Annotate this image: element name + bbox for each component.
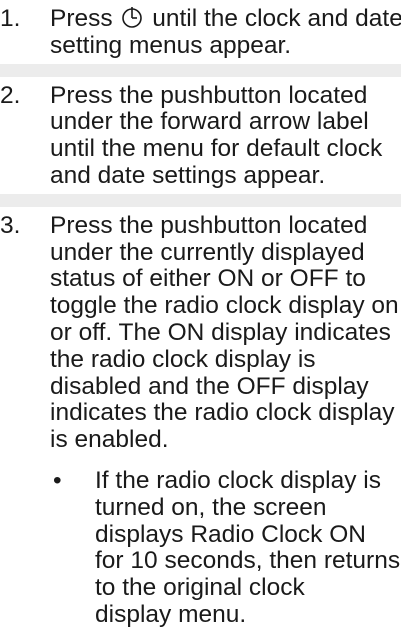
divider xyxy=(0,193,401,207)
step-line: is enabled. xyxy=(50,426,169,454)
step-number: 1. xyxy=(0,5,21,32)
step-line: Press the pushbutton located xyxy=(50,81,368,109)
step-text: Press xyxy=(50,5,120,32)
step-3: 3. Press the pushbutton located under th… xyxy=(0,211,401,454)
step-line: under the currently displayed xyxy=(50,238,365,266)
step-text: until the clock and date xyxy=(145,5,401,32)
step-line: until the menu for default clock xyxy=(50,135,383,163)
bullet-line: displays Radio Clock ON xyxy=(95,520,366,548)
step-line: Press until the clock and date xyxy=(50,5,401,33)
bullet-line: to the original clock xyxy=(95,574,305,602)
divider xyxy=(0,63,401,77)
step-line: status of either ON or OFF to xyxy=(50,265,366,293)
bullet-line: turned on, the screen xyxy=(95,493,327,521)
power-clock-icon xyxy=(122,7,143,28)
step-2: 2. Press the pushbutton located under th… xyxy=(0,81,401,190)
step-line: the radio clock display is xyxy=(50,345,316,373)
step-line: and date settings appear. xyxy=(50,161,326,189)
step-line: under the forward arrow label xyxy=(50,108,369,136)
bullet-line: If the radio clock display is xyxy=(95,466,381,494)
bullet-line: display menu. xyxy=(95,600,247,628)
bullet-item: • If the radio clock display is turned o… xyxy=(0,466,401,629)
bullet-line: for 10 seconds, then returns xyxy=(95,547,401,575)
step-number: 2. xyxy=(0,81,21,109)
step-line: or off. The ON display indicates xyxy=(50,318,391,346)
step-line: disabled and the OFF display xyxy=(50,372,369,400)
step-1: 1. Press until the clock and date settin… xyxy=(0,5,401,60)
instruction-steps: 1. Press until the clock and date settin… xyxy=(0,0,401,629)
step-line: Press the pushbutton located xyxy=(50,211,368,239)
step-number: 3. xyxy=(0,211,21,239)
step-line: setting menus appear. xyxy=(50,31,292,59)
step-line: toggle the radio clock display on xyxy=(50,292,399,320)
bullet-icon: • xyxy=(53,466,62,494)
step-line: indicates the radio clock display xyxy=(50,399,395,427)
